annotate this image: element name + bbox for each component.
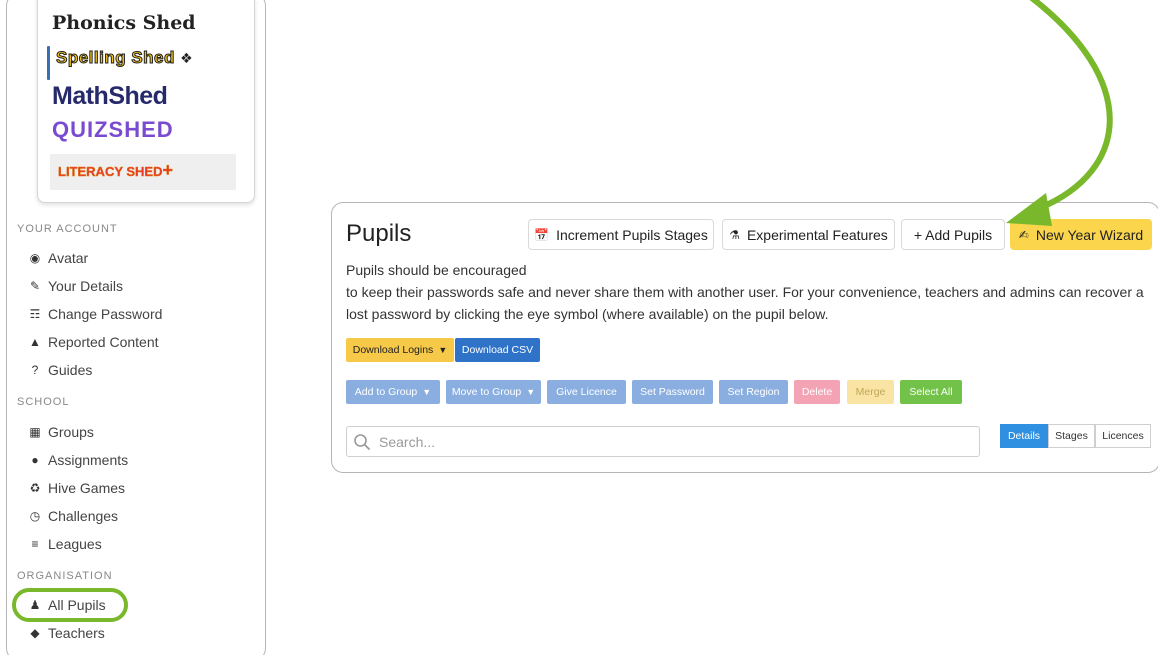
merge-button[interactable]: Merge [847, 380, 894, 404]
graduation-cap-icon: ◆ [30, 626, 40, 640]
calendar-icon: 📅 [534, 227, 550, 242]
question-icon: ? [31, 363, 39, 377]
user-edit-icon: ✎ [29, 279, 41, 293]
search-box[interactable] [346, 426, 980, 457]
select-all-button[interactable]: Select All [900, 380, 962, 404]
literacy-shed-logo[interactable]: LITERACY SHED+ [58, 160, 174, 181]
all-pupils-highlight-annotation [12, 588, 128, 622]
phonics-shed-logo[interactable]: Phonics Shed [52, 12, 196, 34]
caret-down-icon: ▼ [422, 387, 432, 397]
increment-pupils-stages-button[interactable]: 📅 Increment Pupils Stages [528, 219, 714, 250]
caret-down-icon: ▼ [526, 387, 536, 397]
section-heading-school: SCHOOL [17, 396, 70, 408]
section-heading-account: YOUR ACCOUNT [17, 223, 118, 235]
section-heading-organisation: ORGANISATION [17, 570, 113, 582]
download-logins-dropdown[interactable]: Download Logins ▼ [346, 338, 454, 362]
search-icon [354, 433, 370, 450]
mathshed-logo[interactable]: MathShed [52, 82, 168, 111]
tab-licences[interactable]: Licences [1095, 424, 1151, 448]
search-input[interactable] [379, 433, 939, 450]
give-licence-button[interactable]: Give Licence [547, 380, 626, 404]
pupils-panel: Pupils 📅 Increment Pupils Stages ⚗ Exper… [331, 202, 1158, 473]
sidebar-item-leagues[interactable]: ≡ Leagues [28, 536, 101, 552]
sidebar-item-teachers[interactable]: ◆ Teachers [28, 625, 104, 641]
spelling-shed-logo[interactable]: Spelling Shed ❖ [56, 48, 193, 68]
quizshed-logo[interactable]: QUIZSHED [52, 117, 174, 143]
sidebar-item-challenges[interactable]: ◷ Challenges [28, 508, 118, 524]
user-lock-icon: ☶ [29, 307, 41, 321]
tab-details[interactable]: Details [1000, 424, 1048, 448]
active-product-indicator [47, 46, 50, 80]
wizard-icon: ✍ [1018, 227, 1029, 242]
move-to-group-dropdown[interactable]: Move to Group ▼ [446, 380, 541, 404]
sidebar-item-change-password[interactable]: ☶ Change Password [28, 306, 163, 322]
user-circle-icon: ◉ [29, 251, 41, 265]
experimental-features-button[interactable]: ⚗ Experimental Features [722, 219, 895, 250]
sidebar-item-guides[interactable]: ? Guides [28, 362, 93, 378]
tab-stages[interactable]: Stages [1048, 424, 1095, 448]
flask-icon: ⚗ [729, 227, 740, 242]
sitemap-icon: ♻ [29, 481, 41, 495]
clock-icon: ● [31, 453, 39, 467]
list-icon: ≡ [31, 537, 39, 551]
caret-down-icon: ▼ [438, 345, 448, 355]
clock-outline-icon: ◷ [29, 509, 41, 523]
sidebar-item-reported-content[interactable]: ▲ Reported Content [28, 334, 158, 350]
set-password-button[interactable]: Set Password [632, 380, 713, 404]
bee-icon: ❖ [180, 50, 194, 66]
add-to-group-dropdown[interactable]: Add to Group ▼ [346, 380, 440, 404]
sidebar-item-assignments[interactable]: ● Assignments [28, 452, 128, 468]
new-year-wizard-button[interactable]: ✍ New Year Wizard [1010, 219, 1152, 250]
sidebar: Phonics Shed Spelling Shed ❖ MathShed QU… [6, 0, 266, 655]
product-switcher: Phonics Shed Spelling Shed ❖ MathShed QU… [37, 0, 255, 203]
sidebar-item-hive-games[interactable]: ♻ Hive Games [28, 480, 125, 496]
warning-icon: ▲ [29, 335, 41, 349]
delete-button[interactable]: Delete [794, 380, 840, 404]
add-pupils-button[interactable]: + Add Pupils [901, 219, 1005, 250]
pupils-description: Pupils should be encouraged to keep thei… [346, 262, 1144, 322]
sidebar-item-groups[interactable]: ▦ Groups [28, 424, 94, 440]
sidebar-item-your-details[interactable]: ✎ Your Details [28, 278, 123, 294]
page-title: Pupils [346, 220, 412, 247]
sidebar-item-avatar[interactable]: ◉ Avatar [28, 250, 88, 266]
download-csv-button[interactable]: Download CSV [455, 338, 540, 362]
set-region-button[interactable]: Set Region [719, 380, 788, 404]
table-icon: ▦ [29, 425, 41, 439]
